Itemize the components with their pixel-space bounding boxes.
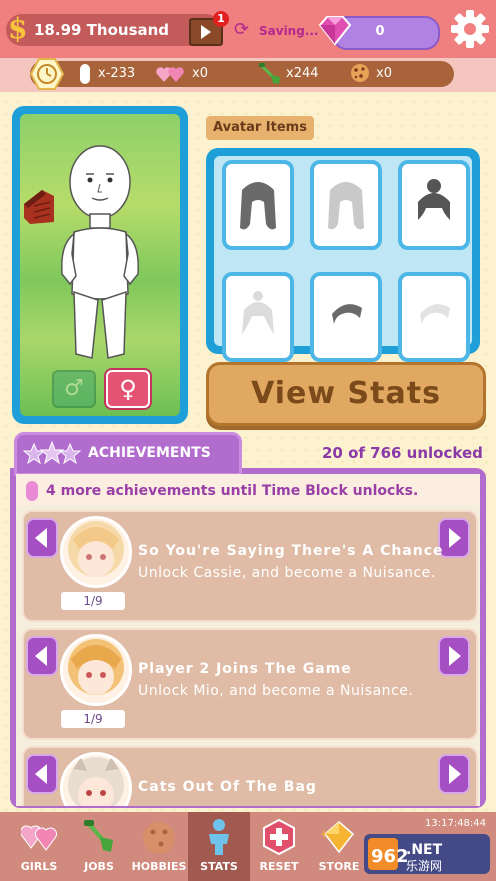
- nav-hobbies[interactable]: HOBBIES: [128, 812, 190, 881]
- unlock-message: 4 more achievements until Time Block unl…: [46, 483, 419, 499]
- hair-bun-icon: [418, 179, 450, 220]
- svg-text:+: +: [321, 827, 329, 841]
- hair-long-dark-icon: [240, 182, 276, 230]
- hearts-icon: [156, 67, 184, 82]
- money-amount: 18.99 Thousand: [34, 21, 170, 39]
- view-stats-button[interactable]: View Stats: [206, 362, 486, 426]
- status-time: 13:17:48:44: [425, 818, 487, 829]
- notification-badge: 1: [213, 11, 229, 27]
- svg-text:962: 962: [371, 846, 409, 867]
- cookie-icon: [351, 64, 369, 82]
- avatar-item-slot[interactable]: [222, 272, 294, 362]
- saving-status: Saving...: [259, 24, 319, 38]
- achievement-title: Cats Out Of The Bag: [138, 779, 317, 795]
- nav-jobs[interactable]: JOBS: [68, 812, 130, 881]
- avatar-item-slot[interactable]: [310, 160, 382, 250]
- achievement-title: Player 2 Joins The Game: [138, 661, 352, 677]
- gem-icon: [318, 16, 352, 46]
- house-icon[interactable]: [22, 186, 56, 226]
- shovel-icon: [259, 63, 280, 84]
- prev-arrow-button[interactable]: [26, 754, 58, 794]
- achievement-card-clip: Cats Out Of The Bag: [16, 744, 480, 806]
- achievements-count: 20 of 766 unlocked: [322, 444, 483, 462]
- nav-store[interactable]: + STORE: [308, 812, 370, 881]
- nav-girls[interactable]: GIRLS: [8, 812, 70, 881]
- achievement-progress: 1/9: [61, 592, 125, 610]
- store-gem-icon: +: [321, 821, 355, 854]
- avatar-item-slot[interactable]: [310, 272, 382, 362]
- achievement-description: Unlock Mio, and become a Nuisance.: [138, 683, 414, 699]
- avatar-item-slot[interactable]: [398, 160, 470, 250]
- hair-long-light-icon: [328, 182, 364, 230]
- svg-text:.NET: .NET: [406, 842, 443, 858]
- nav-label: HOBBIES: [131, 860, 187, 873]
- cookie-count: x0: [376, 66, 392, 81]
- hearts-count: x0: [192, 66, 208, 81]
- person-icon: [209, 819, 229, 855]
- achievement-description: Unlock Cassie, and become a Nuisance.: [138, 565, 436, 581]
- hair-bangs-light-icon: [420, 304, 450, 324]
- tube-icon: [80, 64, 90, 84]
- hair-tuft-icon: [242, 291, 274, 334]
- time-block-icon: [30, 58, 64, 90]
- avatar-items-label: Avatar Items: [206, 116, 314, 140]
- avatar-item-slot[interactable]: [222, 160, 294, 250]
- prev-arrow-button[interactable]: [26, 518, 58, 558]
- nav-reset[interactable]: RESET: [248, 812, 310, 881]
- avatar-figure: [61, 145, 139, 359]
- next-arrow-button[interactable]: [438, 636, 470, 676]
- gear-icon[interactable]: [449, 8, 491, 50]
- female-toggle-button[interactable]: ♀: [106, 370, 150, 408]
- nav-label: STATS: [200, 860, 238, 873]
- saving-icon: ⟳: [234, 19, 250, 40]
- hair-bangs-dark-icon: [332, 304, 362, 324]
- mio-portrait: [60, 634, 132, 706]
- tube-count: x-233: [98, 66, 136, 81]
- nav-label: JOBS: [84, 860, 114, 873]
- prev-arrow-button[interactable]: [26, 636, 58, 676]
- watermark-logo: 962 .NET 乐游网: [364, 834, 490, 874]
- stars-icon: [22, 440, 82, 465]
- achievement-progress: 1/9: [61, 710, 125, 728]
- reset-icon: [263, 818, 295, 856]
- tube-icon: [26, 481, 38, 501]
- shovel-icon: [84, 820, 113, 852]
- male-toggle-button[interactable]: ♂: [52, 370, 96, 408]
- achievement-title: So You're Saying There's A Chance: [138, 543, 444, 559]
- avatar-item-slot[interactable]: [398, 272, 470, 362]
- gem-count: 0: [375, 24, 385, 39]
- nav-label: RESET: [259, 860, 299, 873]
- nav-label: GIRLS: [20, 860, 58, 873]
- shovel-count: x244: [286, 66, 319, 81]
- cassie-portrait: [60, 516, 132, 588]
- svg-text:乐游网: 乐游网: [406, 859, 442, 873]
- next-arrow-button[interactable]: [438, 754, 470, 794]
- nav-stats[interactable]: STATS: [188, 812, 250, 881]
- nav-label: STORE: [318, 860, 360, 873]
- achievements-title: ACHIEVEMENTS: [88, 445, 211, 461]
- cookie-icon: [143, 822, 175, 854]
- dollar-icon: $: [8, 12, 28, 45]
- hearts-icon: [21, 825, 57, 851]
